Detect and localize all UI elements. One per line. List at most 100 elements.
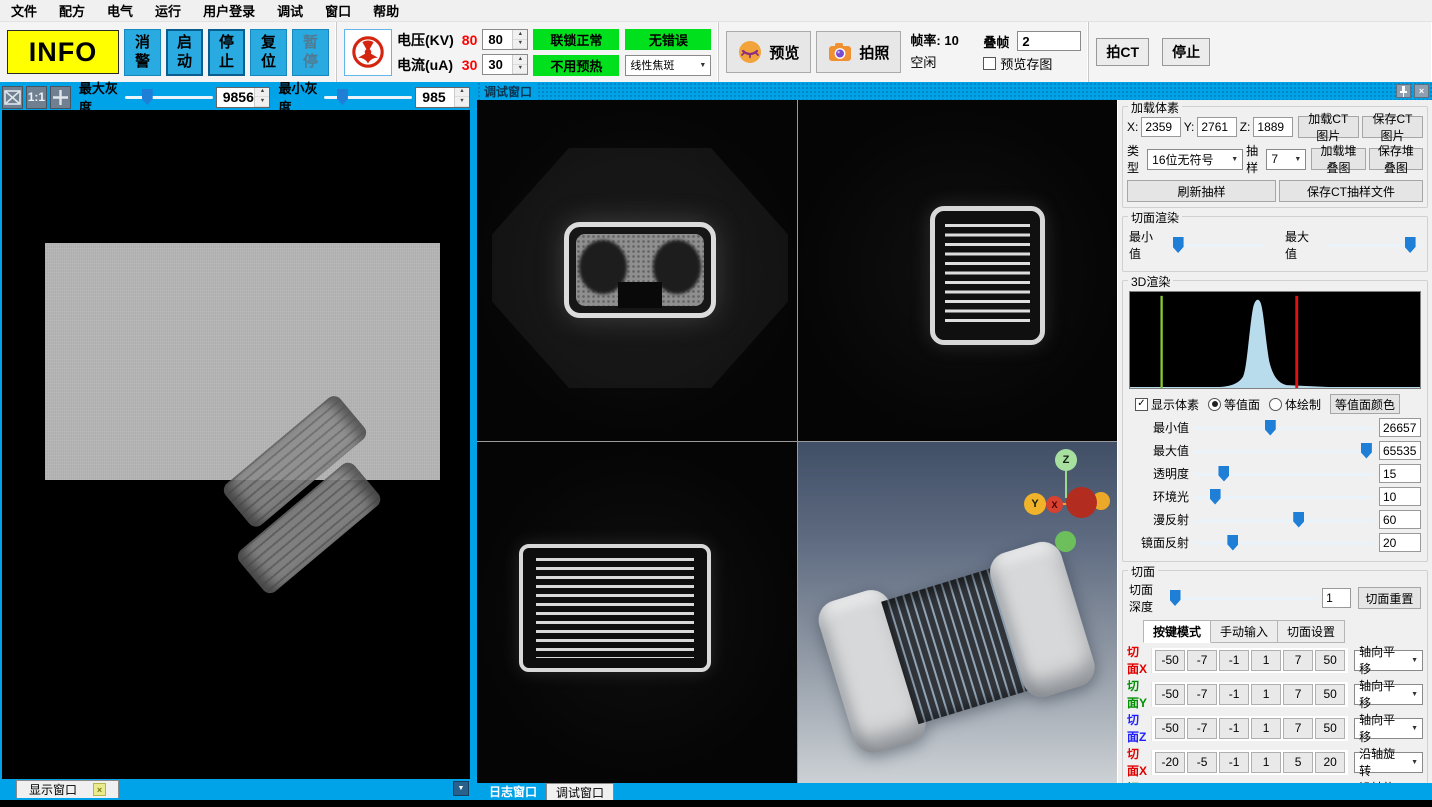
stop-ct-button[interactable]: 停止 bbox=[1162, 38, 1210, 66]
min-gray-input[interactable]: 985 ▲▼ bbox=[415, 87, 470, 108]
take-ct-button[interactable]: 拍CT bbox=[1096, 38, 1149, 66]
refresh-sample-button[interactable]: 刷新抽样 bbox=[1127, 180, 1276, 202]
slice-depth-slider[interactable] bbox=[1167, 590, 1315, 606]
spin-up-icon[interactable]: ▲ bbox=[513, 55, 527, 65]
menu-item-6[interactable]: 窗口 bbox=[314, 0, 362, 22]
control-button-1[interactable]: 启 动 bbox=[166, 29, 203, 76]
show-voxel-checkbox[interactable]: ✓ bbox=[1135, 398, 1148, 411]
spin-down-icon[interactable]: ▼ bbox=[513, 65, 527, 75]
load-stack-button[interactable]: 加载堆叠图 bbox=[1311, 148, 1365, 170]
slice-step-button-0-2[interactable]: -1 bbox=[1219, 650, 1249, 671]
slice-step-button-0-0[interactable]: -50 bbox=[1155, 650, 1185, 671]
save-stack-button[interactable]: 保存堆叠图 bbox=[1369, 148, 1423, 170]
slice-step-button-3-3[interactable]: 1 bbox=[1251, 752, 1281, 773]
slice-step-button-1-0[interactable]: -50 bbox=[1155, 684, 1185, 705]
slice-step-button-3-1[interactable]: -5 bbox=[1187, 752, 1217, 773]
voxel-y-input[interactable]: 2761 bbox=[1197, 117, 1236, 137]
focus-mode-select[interactable]: 线性焦斑 ▼ bbox=[625, 55, 711, 76]
slice-step-button-0-3[interactable]: 1 bbox=[1251, 650, 1281, 671]
slice-step-button-0-5[interactable]: 50 bbox=[1315, 650, 1345, 671]
histogram[interactable] bbox=[1129, 291, 1421, 389]
slice-step-button-2-2[interactable]: -1 bbox=[1219, 718, 1249, 739]
slice-step-button-2-1[interactable]: -7 bbox=[1187, 718, 1217, 739]
render-slider-value-box[interactable]: 60 bbox=[1379, 510, 1421, 529]
min-gray-spinner[interactable]: ▲▼ bbox=[454, 88, 469, 107]
control-button-0[interactable]: 消 警 bbox=[124, 29, 161, 76]
bottom-tab-1[interactable]: 调试窗口 bbox=[546, 783, 614, 800]
stack-frames-input[interactable] bbox=[1017, 31, 1081, 51]
load-ct-button[interactable]: 加载CT图片 bbox=[1298, 116, 1359, 138]
save-ct-sample-button[interactable]: 保存CT抽样文件 bbox=[1279, 180, 1423, 202]
slider-thumb[interactable] bbox=[1210, 489, 1221, 505]
preview-button[interactable]: 预览 bbox=[726, 31, 811, 73]
control-button-2[interactable]: 停 止 bbox=[208, 29, 245, 76]
menu-item-4[interactable]: 用户登录 bbox=[192, 0, 266, 22]
max-gray-input[interactable]: 9856 ▲▼ bbox=[216, 87, 271, 108]
fit-view-button[interactable] bbox=[2, 86, 23, 109]
spin-up-icon[interactable]: ▲ bbox=[513, 30, 527, 40]
tab-display-window[interactable]: 显示窗口 × bbox=[16, 780, 119, 798]
menu-item-2[interactable]: 电气 bbox=[96, 0, 144, 22]
slice-step-button-2-0[interactable]: -50 bbox=[1155, 718, 1185, 739]
isosurface-radio[interactable] bbox=[1208, 398, 1221, 411]
crosshair-button[interactable] bbox=[50, 86, 71, 109]
zoom-1to1-button[interactable]: 1:1 bbox=[26, 86, 47, 109]
slice-step-button-3-5[interactable]: 20 bbox=[1315, 752, 1345, 773]
render-slider[interactable] bbox=[1195, 489, 1373, 505]
close-button[interactable]: × bbox=[1414, 84, 1429, 98]
slice-step-button-1-3[interactable]: 1 bbox=[1251, 684, 1281, 705]
sample-select[interactable]: 7▼ bbox=[1266, 149, 1306, 170]
slider-thumb[interactable] bbox=[1405, 237, 1416, 253]
render-slider-value-box[interactable]: 10 bbox=[1379, 487, 1421, 506]
slice-mode-select[interactable]: 轴向平移▼ bbox=[1354, 684, 1423, 705]
slider-thumb[interactable] bbox=[1361, 443, 1372, 459]
gizmo-y-handle[interactable]: Y bbox=[1024, 493, 1046, 515]
iso-color-button[interactable]: 等值面颜色 bbox=[1330, 394, 1400, 414]
ct-axial-view[interactable] bbox=[477, 100, 797, 441]
slice-step-button-2-5[interactable]: 50 bbox=[1315, 718, 1345, 739]
close-icon[interactable]: × bbox=[93, 783, 106, 796]
slice-step-button-3-4[interactable]: 5 bbox=[1283, 752, 1313, 773]
slider-thumb[interactable] bbox=[1173, 237, 1184, 253]
capture-button[interactable]: 拍照 bbox=[816, 31, 901, 73]
menu-item-5[interactable]: 调试 bbox=[266, 0, 314, 22]
gizmo-x-handle[interactable]: X bbox=[1046, 496, 1063, 513]
radiation-button[interactable] bbox=[344, 29, 392, 76]
menu-item-1[interactable]: 配方 bbox=[48, 0, 96, 22]
slice-render-min-slider[interactable] bbox=[1170, 237, 1265, 253]
slice-step-button-0-1[interactable]: -7 bbox=[1187, 650, 1217, 671]
slice-tab-2[interactable]: 切面设置 bbox=[1278, 620, 1345, 643]
xray-preview-view[interactable] bbox=[2, 110, 470, 779]
save-preview-checkbox[interactable] bbox=[983, 57, 996, 70]
slice-step-button-3-2[interactable]: -1 bbox=[1219, 752, 1249, 773]
min-gray-slider[interactable] bbox=[324, 89, 412, 105]
slice-tab-1[interactable]: 手动输入 bbox=[1211, 620, 1278, 643]
render-slider-value-box[interactable]: 20 bbox=[1379, 533, 1421, 552]
spin-down-icon[interactable]: ▼ bbox=[513, 40, 527, 50]
ct-coronal-view[interactable] bbox=[477, 442, 797, 783]
voxel-z-input[interactable]: 1889 bbox=[1253, 117, 1292, 137]
render-slider[interactable] bbox=[1195, 443, 1373, 459]
slice-step-button-1-4[interactable]: 7 bbox=[1283, 684, 1313, 705]
slice-step-button-2-4[interactable]: 7 bbox=[1283, 718, 1313, 739]
slice-mode-select[interactable]: 轴向平移▼ bbox=[1354, 650, 1423, 671]
render-slider[interactable] bbox=[1195, 512, 1373, 528]
slice-step-button-0-4[interactable]: 7 bbox=[1283, 650, 1313, 671]
slider-thumb[interactable] bbox=[337, 89, 348, 105]
slice-mode-select[interactable]: 沿轴旋转▼ bbox=[1354, 752, 1423, 773]
menu-item-0[interactable]: 文件 bbox=[0, 0, 48, 22]
slider-thumb[interactable] bbox=[1265, 420, 1276, 436]
render-slider-value-box[interactable]: 26657 bbox=[1379, 418, 1421, 437]
current-spinner[interactable]: ▲▼ bbox=[512, 55, 527, 74]
voxel-type-select[interactable]: 16位无符号▼ bbox=[1147, 149, 1243, 170]
menu-item-3[interactable]: 运行 bbox=[144, 0, 192, 22]
slider-thumb[interactable] bbox=[1218, 466, 1229, 482]
control-button-4[interactable]: 暂 停 bbox=[292, 29, 329, 76]
slider-thumb[interactable] bbox=[1227, 535, 1238, 551]
ct-3d-view[interactable]: Z Y X bbox=[798, 442, 1117, 783]
slider-thumb[interactable] bbox=[1293, 512, 1304, 528]
voltage-spinner[interactable]: ▲▼ bbox=[512, 30, 527, 49]
slice-render-max-slider[interactable] bbox=[1326, 237, 1421, 253]
render-slider[interactable] bbox=[1195, 420, 1373, 436]
max-gray-spinner[interactable]: ▲▼ bbox=[254, 88, 269, 107]
